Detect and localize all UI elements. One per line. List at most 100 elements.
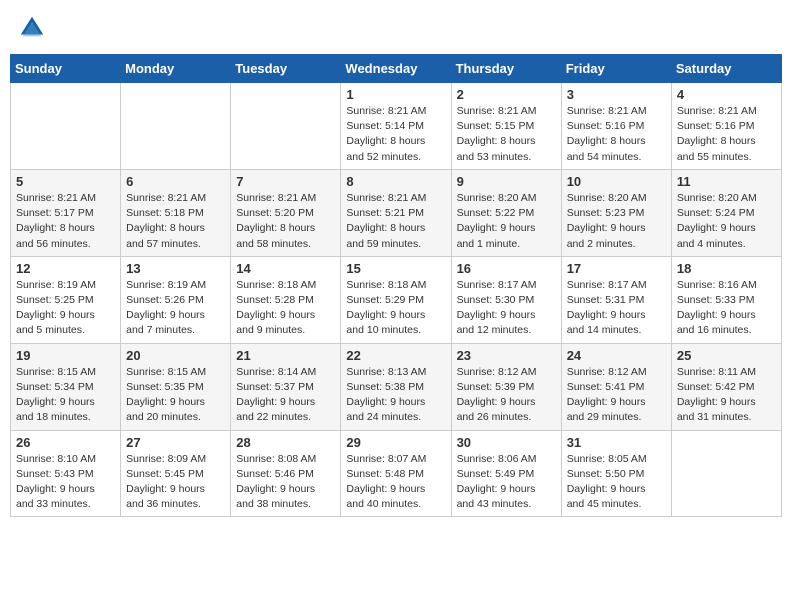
day-cell: 3 Sunrise: 8:21 AM Sunset: 5:16 PM Daylig…: [561, 83, 671, 170]
day-info: Sunrise: 8:13 AM Sunset: 5:38 PM Dayligh…: [346, 365, 445, 426]
column-header-monday: Monday: [121, 55, 231, 83]
day-number: 27: [126, 435, 225, 450]
calendar-table: SundayMondayTuesdayWednesdayThursdayFrid…: [10, 54, 782, 517]
day-info: Sunrise: 8:10 AM Sunset: 5:43 PM Dayligh…: [16, 452, 115, 513]
calendar-header: SundayMondayTuesdayWednesdayThursdayFrid…: [11, 55, 782, 83]
day-number: 22: [346, 348, 445, 363]
day-info: Sunrise: 8:08 AM Sunset: 5:46 PM Dayligh…: [236, 452, 335, 513]
day-cell: 21 Sunrise: 8:14 AM Sunset: 5:37 PM Dayli…: [231, 343, 341, 430]
day-info: Sunrise: 8:12 AM Sunset: 5:39 PM Dayligh…: [457, 365, 556, 426]
column-header-friday: Friday: [561, 55, 671, 83]
day-number: 14: [236, 261, 335, 276]
day-cell: 15 Sunrise: 8:18 AM Sunset: 5:29 PM Dayli…: [341, 256, 451, 343]
day-cell: 31Sunrise: 8:05 AM Sunset: 5:50 PM Dayli…: [561, 430, 671, 517]
day-number: 30: [457, 435, 556, 450]
day-cell: 28 Sunrise: 8:08 AM Sunset: 5:46 PM Dayli…: [231, 430, 341, 517]
week-row-4: 19 Sunrise: 8:15 AM Sunset: 5:34 PM Dayli…: [11, 343, 782, 430]
day-info: Sunrise: 8:21 AM Sunset: 5:20 PM Dayligh…: [236, 191, 335, 252]
day-number: 5: [16, 174, 115, 189]
day-number: 8: [346, 174, 445, 189]
day-cell: 27 Sunrise: 8:09 AM Sunset: 5:45 PM Dayli…: [121, 430, 231, 517]
day-info: Sunrise: 8:09 AM Sunset: 5:45 PM Dayligh…: [126, 452, 225, 513]
day-number: 19: [16, 348, 115, 363]
day-cell: 11Sunrise: 8:20 AM Sunset: 5:24 PM Dayli…: [671, 169, 781, 256]
day-cell: 17 Sunrise: 8:17 AM Sunset: 5:31 PM Dayli…: [561, 256, 671, 343]
day-info: Sunrise: 8:06 AM Sunset: 5:49 PM Dayligh…: [457, 452, 556, 513]
day-info: Sunrise: 8:14 AM Sunset: 5:37 PM Dayligh…: [236, 365, 335, 426]
day-number: 12: [16, 261, 115, 276]
day-cell: 16 Sunrise: 8:17 AM Sunset: 5:30 PM Dayli…: [451, 256, 561, 343]
day-info: Sunrise: 8:17 AM Sunset: 5:31 PM Dayligh…: [567, 278, 666, 339]
day-number: 25: [677, 348, 776, 363]
day-info: Sunrise: 8:07 AM Sunset: 5:48 PM Dayligh…: [346, 452, 445, 513]
week-row-3: 12 Sunrise: 8:19 AM Sunset: 5:25 PM Dayli…: [11, 256, 782, 343]
day-number: 23: [457, 348, 556, 363]
week-row-1: 1Sunrise: 8:21 AM Sunset: 5:14 PM Daylig…: [11, 83, 782, 170]
day-info: Sunrise: 8:12 AM Sunset: 5:41 PM Dayligh…: [567, 365, 666, 426]
day-number: 4: [677, 87, 776, 102]
day-cell: 30 Sunrise: 8:06 AM Sunset: 5:49 PM Dayli…: [451, 430, 561, 517]
day-info: Sunrise: 8:17 AM Sunset: 5:30 PM Dayligh…: [457, 278, 556, 339]
day-cell: 18 Sunrise: 8:16 AM Sunset: 5:33 PM Dayli…: [671, 256, 781, 343]
column-header-thursday: Thursday: [451, 55, 561, 83]
day-cell: [671, 430, 781, 517]
day-info: Sunrise: 8:21 AM Sunset: 5:16 PM Dayligh…: [677, 104, 776, 165]
day-cell: 24 Sunrise: 8:12 AM Sunset: 5:41 PM Dayli…: [561, 343, 671, 430]
day-info: Sunrise: 8:18 AM Sunset: 5:28 PM Dayligh…: [236, 278, 335, 339]
day-cell: 1Sunrise: 8:21 AM Sunset: 5:14 PM Daylig…: [341, 83, 451, 170]
day-cell: 6 Sunrise: 8:21 AM Sunset: 5:18 PM Daylig…: [121, 169, 231, 256]
day-number: 1: [346, 87, 445, 102]
day-number: 2: [457, 87, 556, 102]
column-header-tuesday: Tuesday: [231, 55, 341, 83]
logo-icon: [18, 14, 46, 42]
day-cell: [231, 83, 341, 170]
header-row: SundayMondayTuesdayWednesdayThursdayFrid…: [11, 55, 782, 83]
column-header-sunday: Sunday: [11, 55, 121, 83]
column-header-saturday: Saturday: [671, 55, 781, 83]
day-number: 28: [236, 435, 335, 450]
day-cell: 26 Sunrise: 8:10 AM Sunset: 5:43 PM Dayli…: [11, 430, 121, 517]
day-cell: 13Sunrise: 8:19 AM Sunset: 5:26 PM Dayli…: [121, 256, 231, 343]
day-info: Sunrise: 8:15 AM Sunset: 5:35 PM Dayligh…: [126, 365, 225, 426]
day-cell: 12 Sunrise: 8:19 AM Sunset: 5:25 PM Dayli…: [11, 256, 121, 343]
page-header: [10, 10, 782, 46]
day-info: Sunrise: 8:21 AM Sunset: 5:17 PM Dayligh…: [16, 191, 115, 252]
week-row-5: 26 Sunrise: 8:10 AM Sunset: 5:43 PM Dayli…: [11, 430, 782, 517]
day-cell: 23 Sunrise: 8:12 AM Sunset: 5:39 PM Dayli…: [451, 343, 561, 430]
day-info: Sunrise: 8:21 AM Sunset: 5:16 PM Dayligh…: [567, 104, 666, 165]
day-number: 29: [346, 435, 445, 450]
day-info: Sunrise: 8:21 AM Sunset: 5:15 PM Dayligh…: [457, 104, 556, 165]
column-header-wednesday: Wednesday: [341, 55, 451, 83]
day-cell: 19 Sunrise: 8:15 AM Sunset: 5:34 PM Dayli…: [11, 343, 121, 430]
day-cell: 2 Sunrise: 8:21 AM Sunset: 5:15 PM Daylig…: [451, 83, 561, 170]
day-cell: 8 Sunrise: 8:21 AM Sunset: 5:21 PM Daylig…: [341, 169, 451, 256]
day-info: Sunrise: 8:21 AM Sunset: 5:21 PM Dayligh…: [346, 191, 445, 252]
day-info: Sunrise: 8:21 AM Sunset: 5:18 PM Dayligh…: [126, 191, 225, 252]
day-number: 16: [457, 261, 556, 276]
day-info: Sunrise: 8:15 AM Sunset: 5:34 PM Dayligh…: [16, 365, 115, 426]
day-number: 20: [126, 348, 225, 363]
day-info: Sunrise: 8:18 AM Sunset: 5:29 PM Dayligh…: [346, 278, 445, 339]
day-number: 7: [236, 174, 335, 189]
day-cell: 25 Sunrise: 8:11 AM Sunset: 5:42 PM Dayli…: [671, 343, 781, 430]
day-number: 18: [677, 261, 776, 276]
day-number: 17: [567, 261, 666, 276]
day-cell: 22 Sunrise: 8:13 AM Sunset: 5:38 PM Dayli…: [341, 343, 451, 430]
day-number: 26: [16, 435, 115, 450]
logo: [18, 14, 48, 42]
day-number: 3: [567, 87, 666, 102]
day-info: Sunrise: 8:19 AM Sunset: 5:25 PM Dayligh…: [16, 278, 115, 339]
day-number: 15: [346, 261, 445, 276]
day-cell: 4 Sunrise: 8:21 AM Sunset: 5:16 PM Daylig…: [671, 83, 781, 170]
day-cell: 29 Sunrise: 8:07 AM Sunset: 5:48 PM Dayli…: [341, 430, 451, 517]
day-number: 31: [567, 435, 666, 450]
day-number: 21: [236, 348, 335, 363]
day-number: 13: [126, 261, 225, 276]
day-cell: 20 Sunrise: 8:15 AM Sunset: 5:35 PM Dayli…: [121, 343, 231, 430]
day-info: Sunrise: 8:16 AM Sunset: 5:33 PM Dayligh…: [677, 278, 776, 339]
day-info: Sunrise: 8:11 AM Sunset: 5:42 PM Dayligh…: [677, 365, 776, 426]
day-number: 10: [567, 174, 666, 189]
day-number: 6: [126, 174, 225, 189]
day-number: 24: [567, 348, 666, 363]
day-cell: 14 Sunrise: 8:18 AM Sunset: 5:28 PM Dayli…: [231, 256, 341, 343]
